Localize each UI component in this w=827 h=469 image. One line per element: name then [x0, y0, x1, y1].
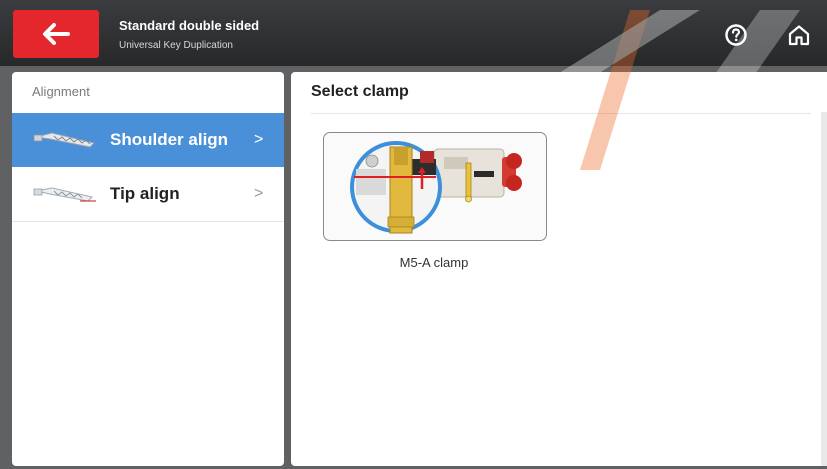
app-header: Standard double sided Universal Key Dupl… [0, 0, 827, 66]
help-button[interactable] [723, 22, 749, 48]
clamp-image [350, 141, 522, 234]
chevron-right-icon: > [254, 185, 264, 202]
divider [311, 113, 811, 114]
section-label: Alignment [32, 84, 90, 99]
key-shoulder-icon [33, 132, 95, 148]
clamp-card-m5-a[interactable] [323, 132, 547, 241]
help-circle-icon [725, 24, 747, 46]
arrow-left-icon [43, 23, 70, 45]
page-title: Standard double sided [119, 18, 260, 33]
chevron-right-icon: > [254, 131, 264, 148]
sidebar-item-label: Shoulder align [110, 130, 229, 149]
sidebar-item-label: Tip align [110, 184, 180, 203]
clamp-panel: Select clamp M5-A clamp [291, 72, 827, 466]
alignment-panel: Alignment Shoulder align > Tip align > [12, 72, 284, 466]
home-button[interactable] [786, 22, 812, 48]
sidebar-item-tip-align[interactable]: Tip align > [12, 167, 284, 222]
clamp-label: M5-A clamp [399, 255, 469, 270]
section-title: Select clamp [311, 83, 409, 100]
back-button[interactable] [13, 10, 99, 58]
key-tip-icon [33, 187, 96, 202]
home-icon [788, 25, 810, 46]
sidebar-item-shoulder-align[interactable]: Shoulder align > [12, 113, 284, 167]
page-subtitle: Universal Key Duplication [119, 40, 233, 51]
scrollbar[interactable] [821, 112, 827, 466]
